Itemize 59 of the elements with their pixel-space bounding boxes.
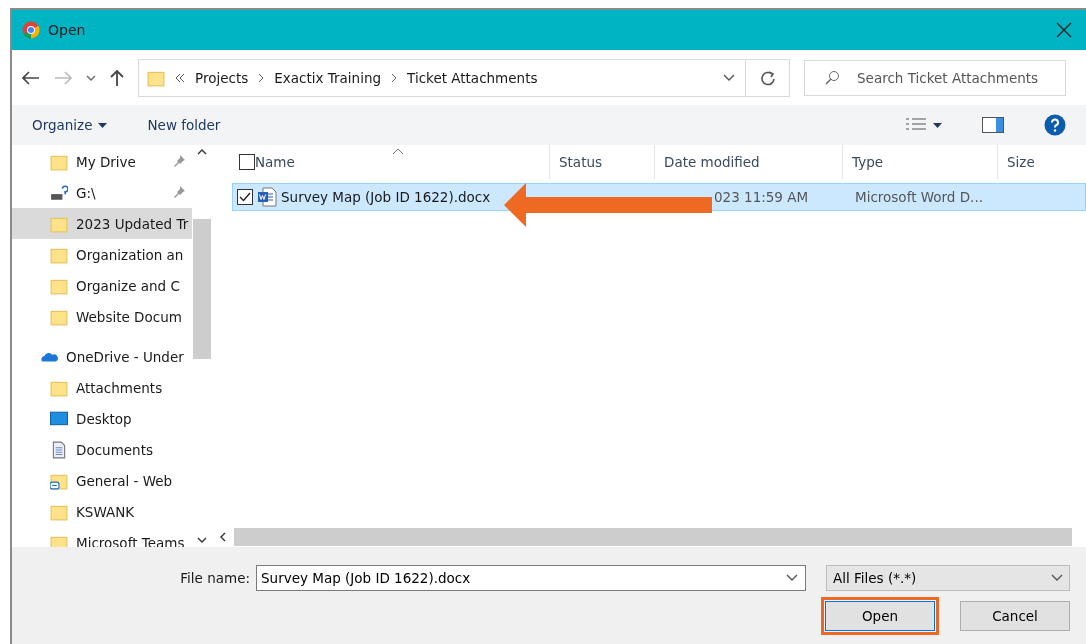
- word-document-icon: [257, 187, 277, 207]
- sidebar-item[interactable]: Attachments: [12, 372, 192, 403]
- recent-locations-button[interactable]: [86, 74, 96, 81]
- dialog-button[interactable]: Cancel: [960, 601, 1070, 631]
- column-header[interactable]: Date modified: [664, 154, 760, 170]
- sidebar-item[interactable]: Microsoft Teams: [12, 527, 192, 547]
- caret-icon: [98, 122, 108, 128]
- refresh-icon: [759, 69, 776, 86]
- sidebar-item[interactable]: OneDrive - Under: [12, 341, 192, 372]
- file-type-dropdown[interactable]: All Files (*.*): [826, 565, 1070, 591]
- window-title: Open: [48, 22, 87, 38]
- date-cell-text: 023 11:59 AM: [713, 189, 810, 205]
- file-name-label: File name:: [180, 570, 250, 586]
- sidebar-item[interactable]: 2023 Updated Tr: [12, 208, 192, 239]
- breadcrumb-item[interactable]: Projects: [195, 69, 249, 86]
- caret-icon: [933, 122, 942, 128]
- column-header[interactable]: Status: [559, 154, 603, 170]
- dropdown-caret-icon: [723, 73, 735, 82]
- column-header[interactable]: Size: [1007, 154, 1035, 170]
- file-name: Survey Map (Job ID 1622).docx: [281, 189, 491, 205]
- desktop-icon: [50, 409, 68, 428]
- column-header[interactable]: Name: [255, 154, 295, 170]
- scrollbar-thumb[interactable]: [193, 219, 211, 359]
- file-name-field[interactable]: Survey Map (Job ID 1622).docx: [256, 565, 806, 591]
- search-icon: [824, 69, 840, 86]
- sidebar-item[interactable]: Organization an: [12, 239, 192, 270]
- search-field[interactable]: Search Ticket Attachments: [804, 59, 1066, 96]
- select-all-checkbox[interactable]: [239, 154, 255, 170]
- back-button[interactable]: [22, 70, 40, 85]
- sidebar-item[interactable]: Website Docum: [12, 301, 192, 332]
- breadcrumb-item[interactable]: Exactix Training: [274, 69, 382, 86]
- breadcrumb-item[interactable]: Ticket Attachments: [407, 69, 538, 86]
- details-view-icon: [905, 117, 927, 133]
- sidebar-item[interactable]: Documents: [12, 434, 192, 465]
- dropdown-caret-icon: [1051, 574, 1063, 582]
- type-cell-text: Microsoft Word D...: [854, 189, 984, 205]
- organize-button[interactable]: Organize: [22, 113, 118, 137]
- column-header[interactable]: Type: [852, 154, 883, 170]
- chevron-icon: [391, 72, 398, 83]
- sidebar-item[interactable]: My Drive: [12, 146, 192, 177]
- up-button[interactable]: [110, 68, 124, 87]
- sidebar-item[interactable]: Desktop: [12, 403, 192, 434]
- row-checkbox[interactable]: [237, 189, 253, 205]
- browser-logo-icon: [22, 21, 40, 39]
- help-icon: [1044, 114, 1066, 136]
- scrollbar-thumb[interactable]: [234, 528, 1072, 546]
- sort-caret-icon: [392, 147, 404, 155]
- document-icon: [50, 440, 68, 459]
- address-bar[interactable]: Projects Exactix Training Ticket Attachments: [138, 58, 790, 97]
- drive-icon: [50, 183, 68, 202]
- dropdown-caret-icon: [786, 574, 798, 582]
- sidebar-item[interactable]: Organize and C: [12, 270, 192, 301]
- overflow-chevron-icon: [175, 72, 185, 83]
- new-folder-button[interactable]: New folder: [137, 113, 231, 137]
- sidebar-item[interactable]: General - Web: [12, 465, 192, 496]
- sidebar-item[interactable]: KSWANK: [12, 496, 192, 527]
- chevron-icon: [258, 72, 265, 83]
- sidebar-item[interactable]: G:\: [12, 177, 192, 208]
- preview-pane-icon: [982, 117, 1004, 133]
